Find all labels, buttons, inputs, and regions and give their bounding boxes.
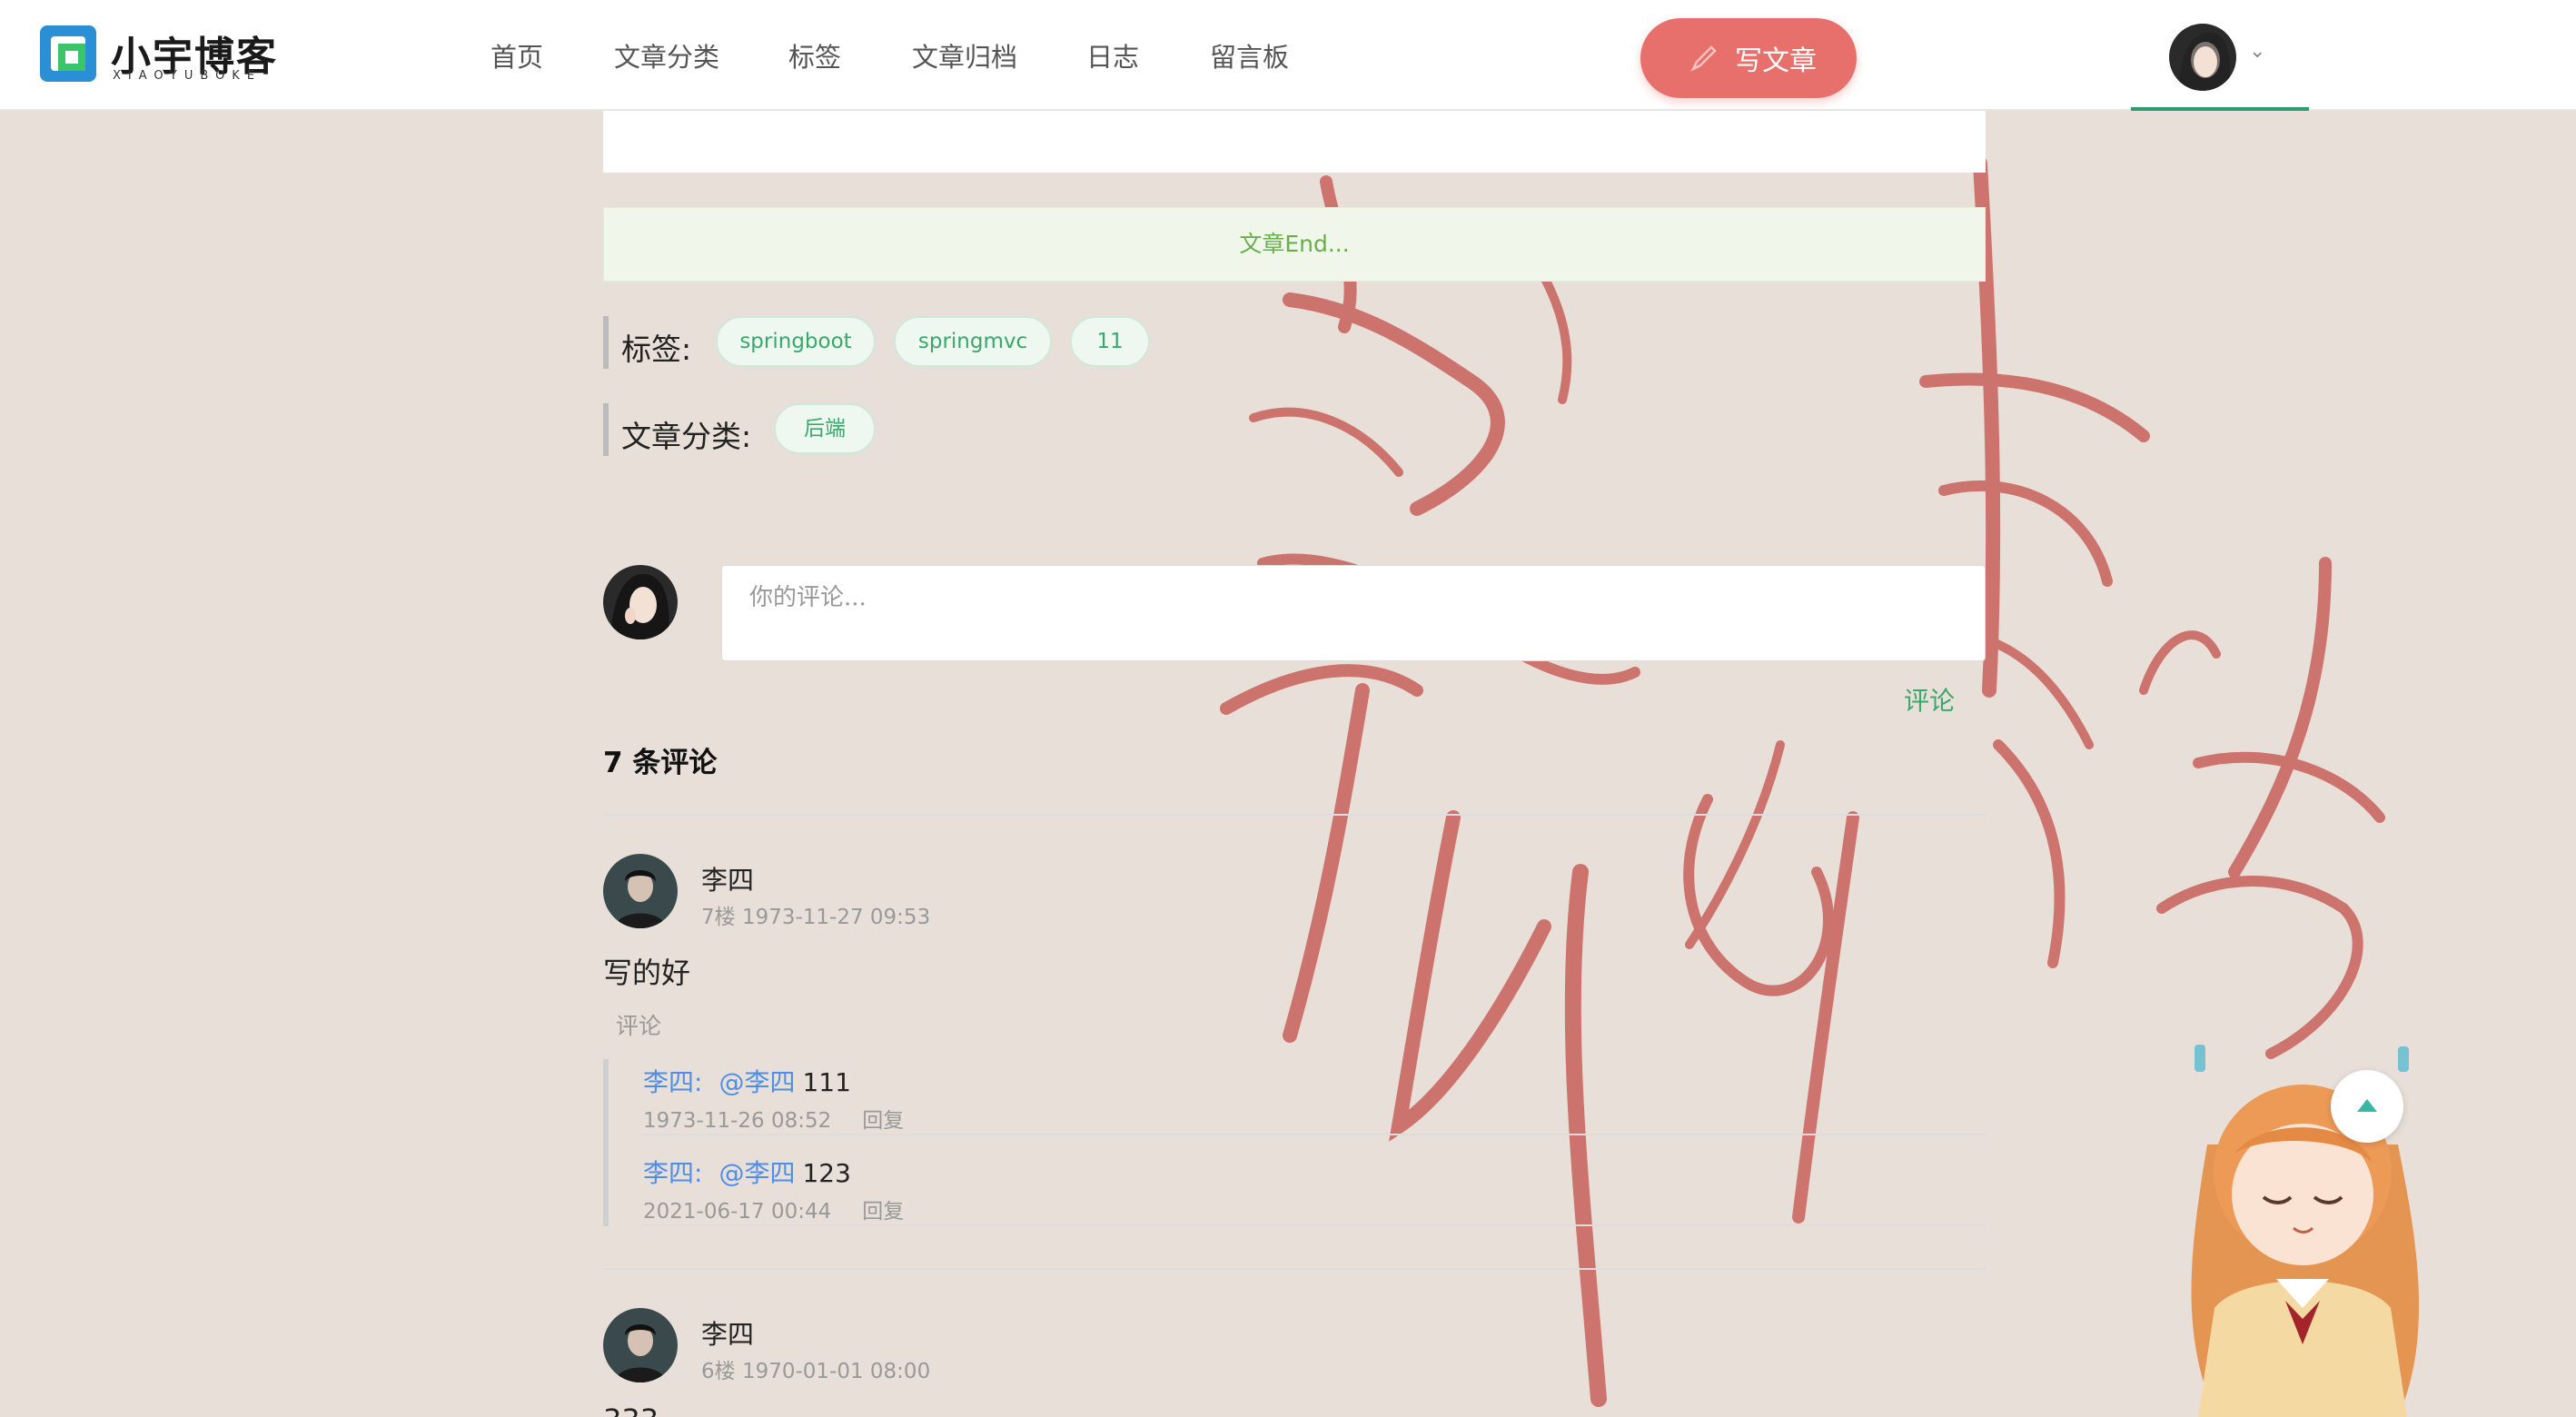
reply-button[interactable]: 回复 [862,1109,904,1133]
top-navbar: 小宇博客 XIAOYUBOKE 首页 文章分类 标签 文章归档 日志 留言板 写… [0,0,2576,111]
nav-item-log[interactable]: 日志 [1086,36,1139,74]
comment-author[interactable]: 李四 [701,1313,754,1352]
reply-author[interactable]: 李四: [643,1158,702,1188]
my-avatar [603,565,678,639]
category-label: 文章分类: [621,419,752,454]
tag-chip[interactable]: springmvc [894,316,1052,367]
pen-icon [1690,45,1717,72]
user-menu[interactable]: ⌄ [2131,0,2309,111]
reply-mention[interactable]: @李四 [718,1158,795,1188]
article-tags-row: 标签: springboot springmvc 11 [603,316,1239,369]
tag-chip[interactable]: 11 [1070,316,1150,367]
reply-author[interactable]: 李四: [643,1067,702,1097]
anime-mascot-widget[interactable] [2107,1036,2489,1417]
nav-item-guestbook[interactable]: 留言板 [1210,36,1289,74]
reply-meta: 2021-06-17 00:44 回复 [643,1194,904,1224]
logo-icon [40,25,96,82]
write-article-button[interactable]: 写文章 [1640,18,1857,98]
article-end-banner: 文章End... [603,207,1986,282]
arrow-up-icon [2357,1099,2377,1112]
category-chip[interactable]: 后端 [774,403,876,454]
reply-text: 123 [802,1158,851,1188]
avatar[interactable] [603,1308,678,1382]
user-menu-active-indicator [2131,107,2309,111]
nav-item-home[interactable]: 首页 [490,36,543,74]
comments-divider [603,814,1986,816]
category-marker [603,403,609,456]
comment-content: 333 [603,1402,659,1417]
nav-item-archive[interactable]: 文章归档 [912,36,1017,74]
write-article-label: 写文章 [1735,45,1817,77]
comment-meta: 7楼 1973-11-27 09:53 [701,906,931,929]
site-logo[interactable]: 小宇博客 XIAOYUBOKE [38,24,276,85]
reply-button[interactable]: 回复 [862,1200,904,1224]
reply-item: 李四: @李四 111 [643,1063,851,1099]
avatar[interactable] [603,854,678,928]
reply-time: 1973-11-26 08:52 [643,1109,832,1133]
reply-mention[interactable]: @李四 [718,1067,795,1097]
back-to-top-button[interactable] [2331,1070,2403,1143]
tags-label: 标签: [621,332,692,367]
comments-divider [603,1268,1986,1270]
comment-content: 写的好 [603,956,691,990]
comment-reply-button[interactable]: 评论 [616,1008,661,1041]
avatar[interactable] [2169,24,2236,91]
comment-input[interactable]: 你的评论... [721,565,1986,661]
reply-time: 2021-06-17 00:44 [643,1200,832,1224]
comment-author[interactable]: 李四 [701,859,754,897]
reply-list: 李四: @李四 111 1973-11-26 08:52 回复 李四: @李四 123 2… [603,1059,1986,1226]
article-category-row: 文章分类: 后端 [603,403,1057,456]
nav-item-tags[interactable]: 标签 [788,36,841,74]
tags-marker [603,316,609,369]
reply-item: 李四: @李四 123 [643,1154,851,1190]
logo-text-en: XIAOYUBOKE [113,69,263,83]
comment-meta: 6楼 1970-01-01 08:00 [701,1360,931,1383]
article-body-card [603,109,1986,173]
reply-meta: 1973-11-26 08:52 回复 [643,1103,904,1134]
reply-divider [643,1224,1986,1226]
chevron-down-icon[interactable]: ⌄ [2249,40,2265,63]
nav-item-categories[interactable]: 文章分类 [614,36,719,74]
submit-comment-button[interactable]: 评论 [1904,681,1955,718]
comment-count-title: 7 条评论 [603,747,718,779]
tag-chip[interactable]: springboot [716,316,876,367]
reply-text: 111 [802,1067,851,1097]
reply-divider [643,1134,1986,1135]
